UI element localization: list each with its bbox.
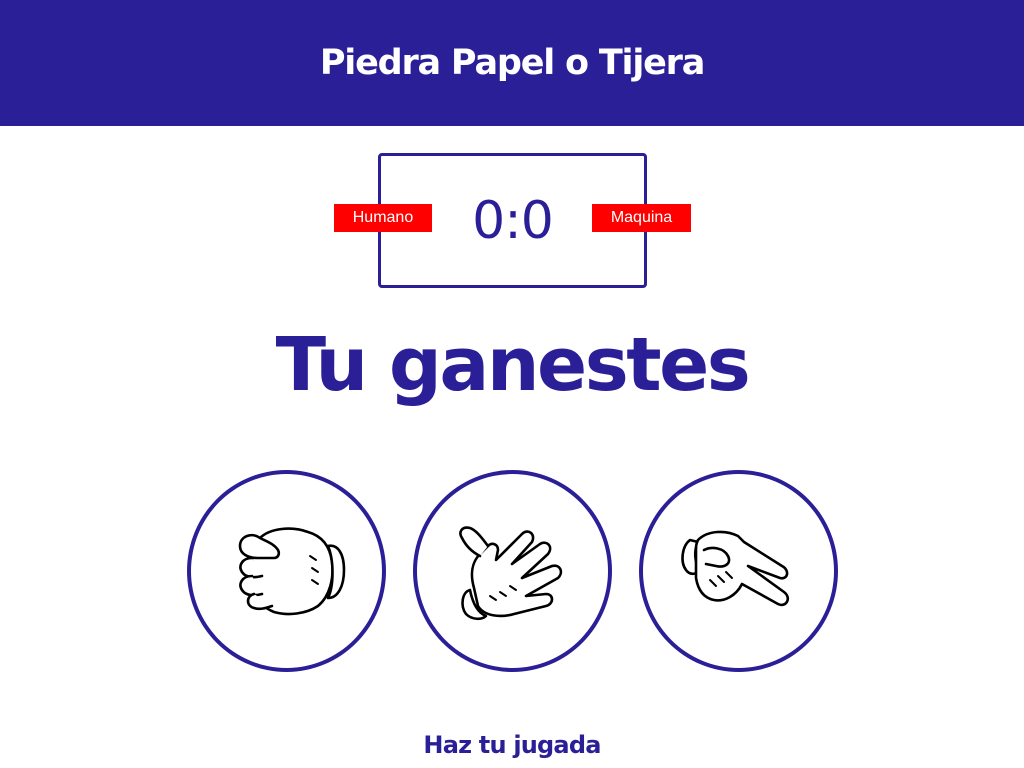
result-message: Tu ganestes (275, 322, 751, 408)
user-badge: Humano (334, 204, 432, 232)
header-bar: Piedra Papel o Tijera (0, 0, 1024, 126)
score-display: 0:0 (472, 190, 554, 251)
rock-hand-icon (238, 527, 345, 616)
action-prompt: Haz tu jugada (423, 731, 601, 759)
computer-badge: Maquina (592, 204, 691, 232)
paper-choice-button[interactable] (413, 470, 612, 672)
scissors-hand-icon (680, 530, 789, 607)
scissors-choice-button[interactable] (639, 470, 838, 672)
paper-hand-icon (458, 526, 562, 621)
game-title: Piedra Papel o Tijera (319, 43, 706, 83)
rock-choice-button[interactable] (187, 470, 386, 672)
